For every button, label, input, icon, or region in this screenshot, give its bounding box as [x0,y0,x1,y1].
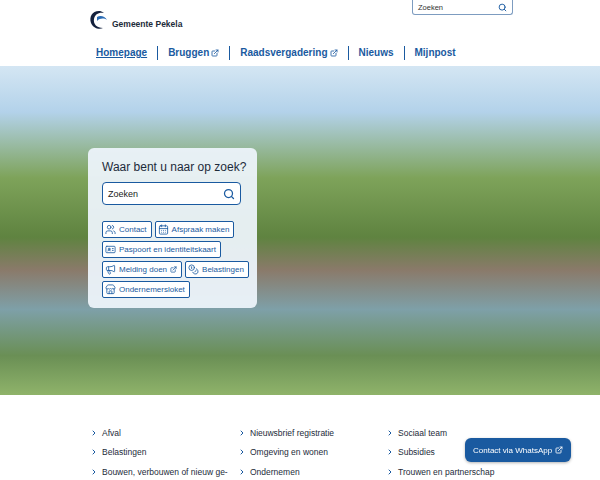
quick-link-row: Melding doenBelastingen [102,261,249,278]
topic-link[interactable]: Bouwen, verbouwen of nieuw ge- [90,462,238,480]
topic-link[interactable]: Afval [90,423,238,443]
topic-link[interactable]: Omgeving en wonen [238,443,386,463]
store-icon [105,284,116,295]
external-link-icon [170,266,177,273]
chevron-right-icon [238,429,246,437]
external-link-icon [330,49,338,57]
megaphone-icon [105,264,116,275]
quick-link-row: Ondernemersloket [102,281,249,298]
header-search-field[interactable]: Zoeken [412,0,513,15]
quick-link-button[interactable]: Belastingen [185,261,249,278]
nav-item[interactable]: Raadsvergadering [229,46,347,60]
main-nav: HomepageBruggenRaadsvergaderingNieuwsMij… [88,40,513,66]
header: Gemeente Pekela Zoeken HomepageBruggenRaad… [0,0,600,66]
id-card-icon [105,244,116,255]
logo-text: Gemeente Pekela [112,19,182,29]
chevron-right-icon [386,448,394,456]
topic-link[interactable]: Nieuwsbrief registratie [238,423,386,443]
topic-column: Nieuwsbrief registratieOmgeving en wonen… [238,423,386,480]
quick-link-row: ContactAfspraak maken [102,221,249,238]
chevron-right-icon [90,468,98,476]
topic-link[interactable]: Ondernemen [238,462,386,480]
external-link-icon [211,49,219,57]
chevron-right-icon [238,448,246,456]
hero-photo: Waar bent u naar op zoek? Zoeken ContactAf… [0,66,600,395]
users-icon [105,224,116,235]
chevron-right-icon [386,468,394,476]
search-icon[interactable] [223,188,235,200]
nav-item[interactable]: Mijnpost [404,46,466,60]
topic-link[interactable]: Belastingen [90,443,238,463]
quick-link-button[interactable]: Ondernemersloket [102,281,190,298]
search-icon[interactable] [498,3,507,12]
page: Gemeente Pekela Zoeken HomepageBruggenRaad… [0,0,600,480]
chevron-right-icon [90,429,98,437]
nav-item[interactable]: Bruggen [157,46,229,60]
quick-link-button[interactable]: Afspraak maken [155,221,235,238]
chevron-right-icon [90,448,98,456]
external-link-icon [555,446,563,454]
search-card-title: Waar bent u naar op zoek? [102,160,249,174]
hero-search-field[interactable]: Zoeken [102,182,241,205]
header-top-row: Gemeente Pekela Zoeken [88,0,513,40]
search-card: Waar bent u naar op zoek? Zoeken ContactAf… [88,148,257,308]
quick-link-button[interactable]: Paspoort en identiteitskaart [102,241,221,258]
quick-links: ContactAfspraak maken Paspoort en identit… [102,221,249,298]
header-search-placeholder: Zoeken [418,3,443,12]
chevron-right-icon [238,468,246,476]
topic-column: AfvalBelastingenBouwen, verbouwen of nie… [90,423,238,480]
quick-link-button[interactable]: Melding doen [102,261,182,278]
logo[interactable]: Gemeente Pekela [88,9,182,31]
chevron-right-icon [386,429,394,437]
nav-item[interactable]: Homepage [88,46,157,60]
logo-swoosh-icon [88,9,110,31]
whatsapp-button[interactable]: Contact via WhatsApp [465,438,571,462]
coins-icon [188,264,199,275]
hero-search-placeholder: Zoeken [108,189,138,199]
quick-link-row: Paspoort en identiteitskaart [102,241,249,258]
quick-link-button[interactable]: Contact [102,221,152,238]
calendar-icon [158,224,169,235]
topic-link[interactable]: Trouwen en partnerschap [386,462,546,480]
nav-item[interactable]: Nieuws [348,46,404,60]
